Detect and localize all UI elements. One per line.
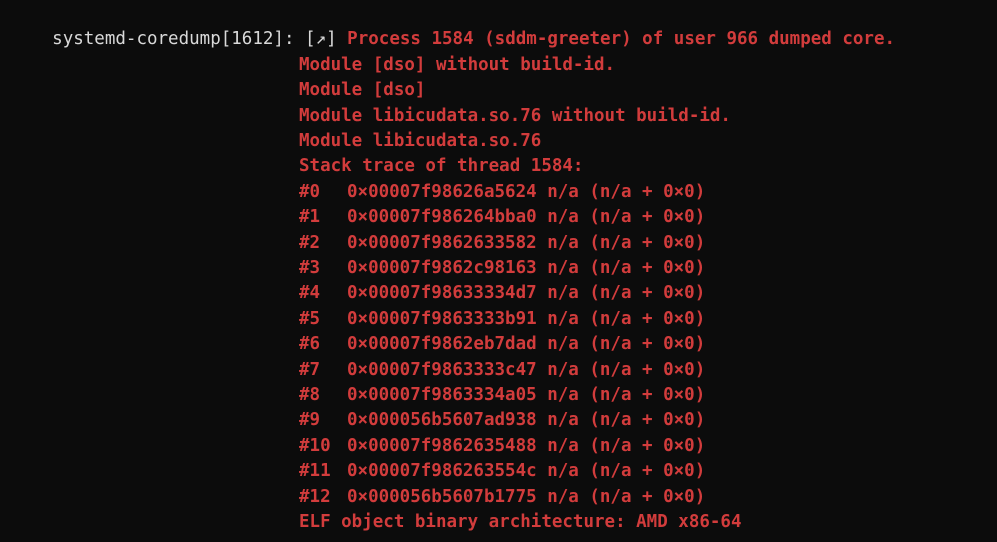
frame-address: 0×00007f9863333b91 bbox=[347, 308, 537, 329]
partial-next-line bbox=[10, 534, 990, 542]
frame-number: #12 bbox=[299, 486, 331, 507]
coredump-header-line: systemd-coredump[1612]: [↗] Process 1584… bbox=[10, 2, 895, 49]
frame-number: #3 bbox=[299, 258, 321, 278]
frame-number: #8 bbox=[299, 385, 321, 405]
frame-info: n/a (n/a + 0×0) bbox=[547, 486, 706, 507]
stack-frame-line: #7 0×00007f9863333c47 n/a (n/a + 0×0) bbox=[299, 358, 705, 383]
frame-address: 0×000056b5607b1775 bbox=[347, 486, 537, 507]
frame-number: #5 bbox=[299, 308, 321, 329]
stack-frame-line: #10 0×00007f9862635488 n/a (n/a + 0×0) bbox=[299, 434, 705, 459]
module-line: Module libicudata.so.76 bbox=[299, 131, 542, 151]
terminal-window[interactable]: systemd-coredump[1612]: [↗] Process 1584… bbox=[0, 0, 997, 542]
frame-address: 0×00007f986263554c bbox=[347, 461, 537, 482]
stack-frame-line: #2 0×00007f9862633582 n/a (n/a + 0×0) bbox=[299, 231, 705, 256]
frame-number: #10 bbox=[299, 435, 331, 456]
frame-info: n/a (n/a + 0×0) bbox=[547, 232, 706, 253]
stack-trace-title: Stack trace of thread 1584: bbox=[299, 156, 584, 177]
frame-info: n/a (n/a + 0×0) bbox=[547, 207, 706, 228]
stack-frame-line: #3 0×00007f9862c98163 n/a (n/a + 0×0) bbox=[299, 256, 705, 281]
stack-frame-line: #1 0×00007f986264bba0 n/a (n/a + 0×0) bbox=[299, 205, 705, 230]
frame-address: 0×00007f98633334d7 bbox=[347, 283, 537, 304]
frame-address: 0×00007f9863333c47 bbox=[347, 359, 537, 380]
frame-info: n/a (n/a + 0×0) bbox=[547, 181, 706, 202]
frame-info: n/a (n/a + 0×0) bbox=[547, 385, 706, 405]
frame-number: #9 bbox=[299, 410, 321, 431]
stack-frame-line: #6 0×00007f9862eb7dad n/a (n/a + 0×0) bbox=[299, 332, 705, 357]
stack-frame-line: #5 0×00007f9863333b91 n/a (n/a + 0×0) bbox=[299, 307, 705, 332]
stack-frame-line: #4 0×00007f98633334d7 n/a (n/a + 0×0) bbox=[299, 281, 705, 306]
frame-info: n/a (n/a + 0×0) bbox=[547, 435, 706, 456]
frame-info: n/a (n/a + 0×0) bbox=[547, 258, 706, 278]
frame-info: n/a (n/a + 0×0) bbox=[547, 283, 706, 304]
frame-info: n/a (n/a + 0×0) bbox=[547, 410, 706, 431]
frame-info: n/a (n/a + 0×0) bbox=[547, 461, 706, 482]
frame-info: n/a (n/a + 0×0) bbox=[547, 308, 706, 329]
frame-number: #4 bbox=[299, 283, 321, 304]
elf-architecture-line: ELF object binary architecture: AMD x86-… bbox=[299, 512, 742, 532]
frame-address: 0×00007f9862eb7dad bbox=[347, 334, 537, 355]
frame-address: 0×00007f9862635488 bbox=[347, 435, 537, 456]
stack-frame-line: #0 0×00007f98626a5624 n/a (n/a + 0×0) bbox=[299, 180, 705, 205]
module-line: Module libicudata.so.76 without build-id… bbox=[299, 105, 731, 126]
frame-info: n/a (n/a + 0×0) bbox=[547, 334, 706, 355]
frame-info: n/a (n/a + 0×0) bbox=[547, 359, 706, 380]
frame-address: 0×00007f9862c98163 bbox=[347, 258, 537, 278]
stack-frame-line: #12 0×000056b5607b1775 n/a (n/a + 0×0) bbox=[299, 485, 705, 510]
log-prefix: systemd-coredump[1612]: bbox=[52, 29, 306, 50]
frame-number: #11 bbox=[299, 461, 331, 482]
frame-address: 0×00007f98626a5624 bbox=[347, 181, 537, 202]
frame-address: 0×00007f986264bba0 bbox=[347, 207, 537, 228]
module-line: Module [dso] without build-id. bbox=[299, 54, 616, 75]
frame-number: #1 bbox=[299, 207, 321, 228]
frame-number: #6 bbox=[299, 334, 321, 355]
module-line: Module [dso] bbox=[299, 80, 426, 101]
stack-frame-line: #9 0×000056b5607ad938 n/a (n/a + 0×0) bbox=[299, 408, 705, 433]
frame-number: #2 bbox=[299, 232, 321, 253]
stack-frame-line: #11 0×00007f986263554c n/a (n/a + 0×0) bbox=[299, 459, 705, 484]
coredump-message: Process 1584 (sddm-greeter) of user 966 … bbox=[336, 29, 896, 50]
frame-address: 0×00007f9863334a05 bbox=[347, 385, 537, 405]
frame-address: 0×00007f9862633582 bbox=[347, 232, 537, 253]
external-link-marker: [↗] bbox=[305, 29, 337, 50]
frame-address: 0×000056b5607ad938 bbox=[347, 410, 537, 431]
stack-frame-line: #8 0×00007f9863334a05 n/a (n/a + 0×0) bbox=[299, 383, 705, 408]
frame-number: #7 bbox=[299, 359, 321, 380]
frame-number: #0 bbox=[299, 181, 321, 202]
